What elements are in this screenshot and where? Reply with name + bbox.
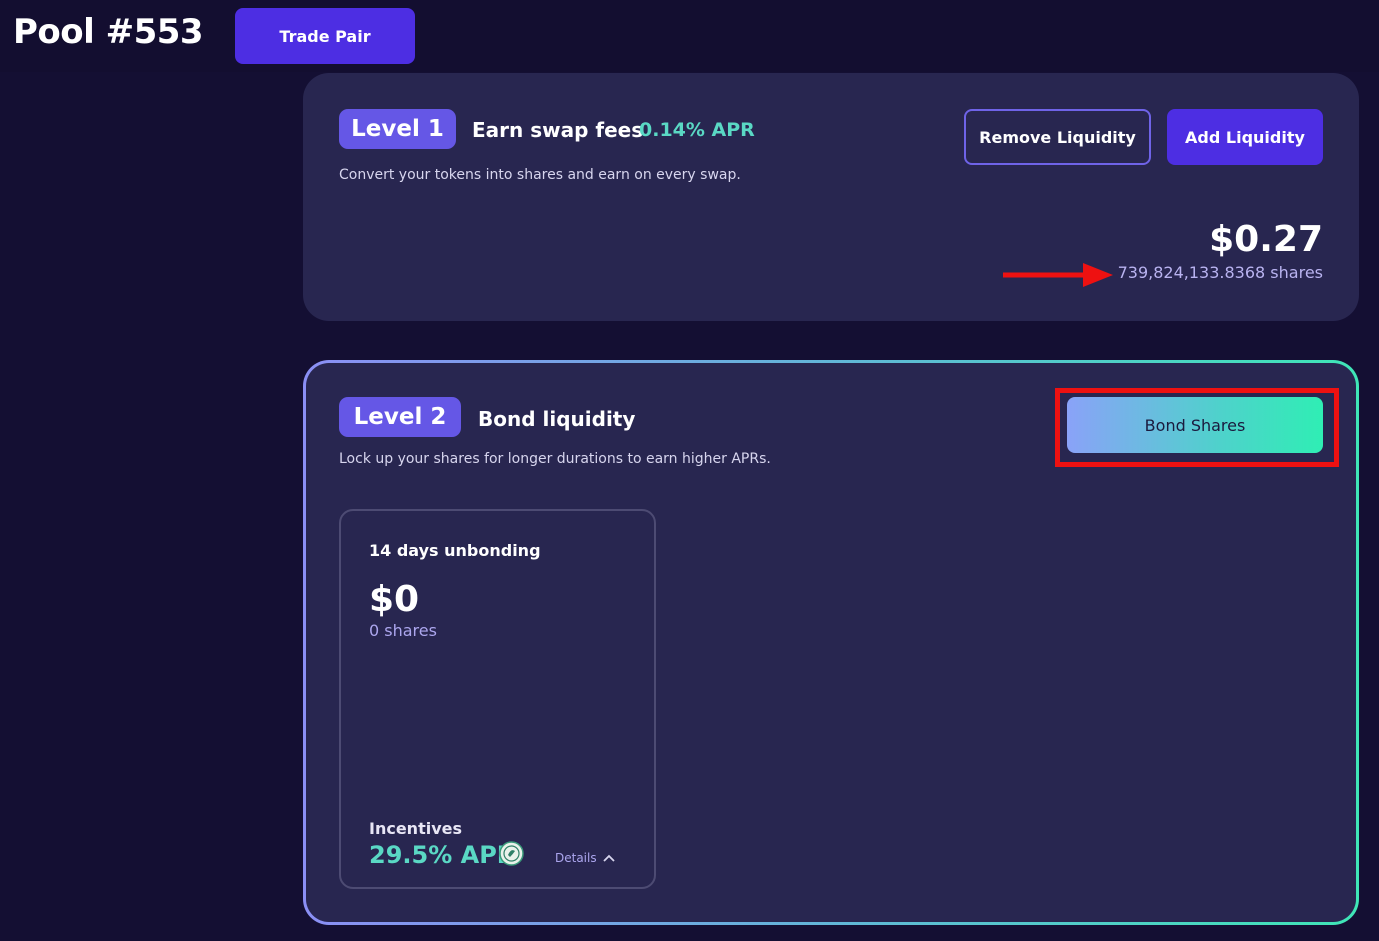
- liquidity-value: $0.27: [1209, 219, 1323, 260]
- red-arrow-annotation: [1003, 263, 1113, 287]
- level1-description: Convert your tokens into shares and earn…: [339, 167, 741, 183]
- details-toggle[interactable]: Details: [555, 851, 615, 865]
- level1-card: Level 1 Earn swap fees 0.14% APR Convert…: [303, 73, 1359, 321]
- chevron-up-icon: [602, 854, 615, 862]
- bond-value: $0: [369, 579, 420, 620]
- bond-shares: 0 shares: [369, 621, 437, 640]
- pool-page: Pool #553 Trade Pair Level 1 Earn swap f…: [0, 0, 1379, 941]
- token-icon: [499, 841, 524, 866]
- add-liquidity-button[interactable]: Add Liquidity: [1167, 109, 1323, 165]
- bond-period: 14 days unbonding: [369, 541, 541, 560]
- level2-card-border: Level 2 Bond liquidity Lock up your shar…: [303, 360, 1359, 925]
- level1-apr: 0.14% APR: [639, 119, 755, 141]
- level2-card: Level 2 Bond liquidity Lock up your shar…: [306, 363, 1356, 922]
- bond-duration-card: 14 days unbonding $0 0 shares Incentives…: [339, 509, 656, 889]
- incentives-apr: 29.5% APR: [369, 841, 516, 869]
- level1-title: Earn swap fees: [472, 118, 644, 142]
- details-label: Details: [555, 851, 597, 865]
- level2-pill: Level 2: [339, 397, 461, 437]
- page-header: Pool #553 Trade Pair: [0, 0, 1379, 72]
- bond-shares-button[interactable]: Bond Shares: [1067, 397, 1323, 453]
- level1-pill: Level 1: [339, 109, 456, 149]
- level2-description: Lock up your shares for longer durations…: [339, 451, 771, 467]
- level2-title: Bond liquidity: [478, 407, 636, 431]
- remove-liquidity-button[interactable]: Remove Liquidity: [964, 109, 1151, 165]
- trade-pair-button[interactable]: Trade Pair: [235, 8, 415, 64]
- incentives-label: Incentives: [369, 819, 463, 838]
- pool-title: Pool #553: [13, 12, 204, 52]
- liquidity-shares: 739,824,133.8368 shares: [1117, 263, 1323, 282]
